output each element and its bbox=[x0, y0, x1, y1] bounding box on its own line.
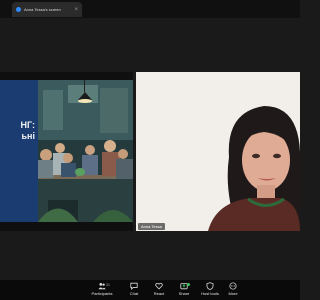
share-label: Share bbox=[178, 291, 190, 296]
share-active-dot bbox=[187, 283, 190, 286]
chat-icon bbox=[130, 282, 138, 290]
host-tools-button[interactable]: Host tools bbox=[199, 282, 221, 299]
slide-title-line-1: НГ: bbox=[20, 120, 35, 130]
participant-video: Anna Tessa bbox=[136, 72, 300, 231]
speaker-video-feed bbox=[136, 72, 300, 231]
slide-photo bbox=[38, 80, 133, 222]
participants-label: Participants bbox=[91, 291, 113, 296]
participant-name-tag: Anna Tessa bbox=[138, 223, 165, 230]
slide-title: НГ: ьні bbox=[21, 120, 35, 142]
participants-button[interactable]: 31 Participants bbox=[91, 282, 113, 299]
window-tab[interactable]: Anna Tessa's screen × bbox=[12, 2, 82, 17]
shared-screen: НГ: ьні bbox=[0, 72, 133, 231]
ellipsis-icon bbox=[229, 282, 237, 290]
chat-button[interactable]: Chat bbox=[123, 282, 145, 299]
team-meeting-photo bbox=[38, 80, 133, 222]
tab-title: Anna Tessa's screen bbox=[24, 7, 61, 12]
react-button[interactable]: React bbox=[148, 282, 170, 299]
slide-title-line-2: ьні bbox=[21, 131, 35, 141]
close-icon[interactable]: × bbox=[74, 7, 78, 13]
heart-icon bbox=[155, 282, 163, 290]
chat-label: Chat bbox=[129, 291, 139, 296]
tab-strip: Anna Tessa's screen × bbox=[0, 0, 300, 18]
react-label: React bbox=[153, 291, 165, 296]
participants-count: 31 bbox=[106, 283, 110, 287]
shield-icon bbox=[206, 282, 214, 290]
host-tools-label: Host tools bbox=[201, 291, 219, 296]
app-logo-icon bbox=[16, 7, 21, 12]
more-button[interactable]: More bbox=[222, 282, 244, 299]
share-button[interactable]: Share bbox=[173, 282, 195, 299]
more-label: More bbox=[228, 291, 238, 296]
slide-title-panel: НГ: ьні bbox=[0, 80, 38, 222]
people-icon bbox=[98, 283, 106, 290]
meeting-toolbar: 31 Participants Chat React Share Host to… bbox=[0, 280, 300, 300]
